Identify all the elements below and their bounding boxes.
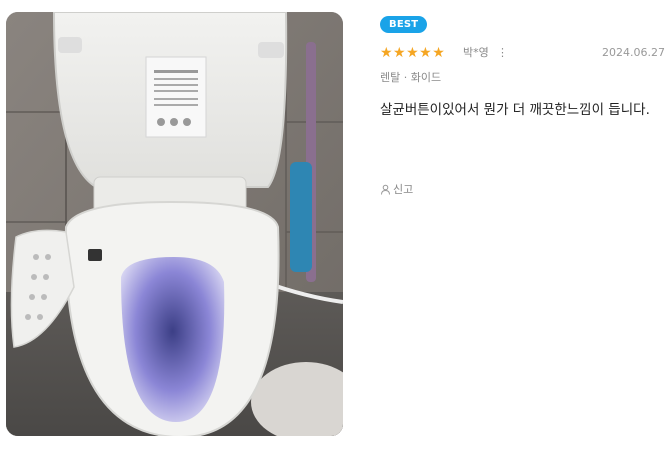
review-date: 2024.06.27 bbox=[602, 46, 665, 59]
star-rating-icon: ★★★★★ bbox=[380, 45, 446, 61]
purchase-option: 렌탈 · 화이드 bbox=[380, 71, 442, 84]
review-meta: ★★★★★ 박*영 ⋮ 2024.06.27 bbox=[380, 44, 665, 62]
best-badge: BEST bbox=[380, 16, 428, 33]
user-icon bbox=[380, 184, 391, 195]
report-button[interactable]: 신고 bbox=[380, 181, 413, 197]
reviewer-name: 박*영 bbox=[463, 46, 489, 59]
report-label: 신고 bbox=[393, 183, 414, 196]
toilet-photo-illustration bbox=[6, 12, 343, 436]
more-options-icon[interactable]: ⋮ bbox=[497, 45, 508, 61]
review-panel: BEST ★★★★★ 박*영 ⋮ 2024.06.27 렌탈 · 화이드 살균버… bbox=[380, 12, 665, 196]
review-text: 살균버튼이있어서 뭔가 더 깨끗한느낌이 듭니다. bbox=[380, 102, 650, 118]
review-photo[interactable] bbox=[6, 12, 343, 436]
